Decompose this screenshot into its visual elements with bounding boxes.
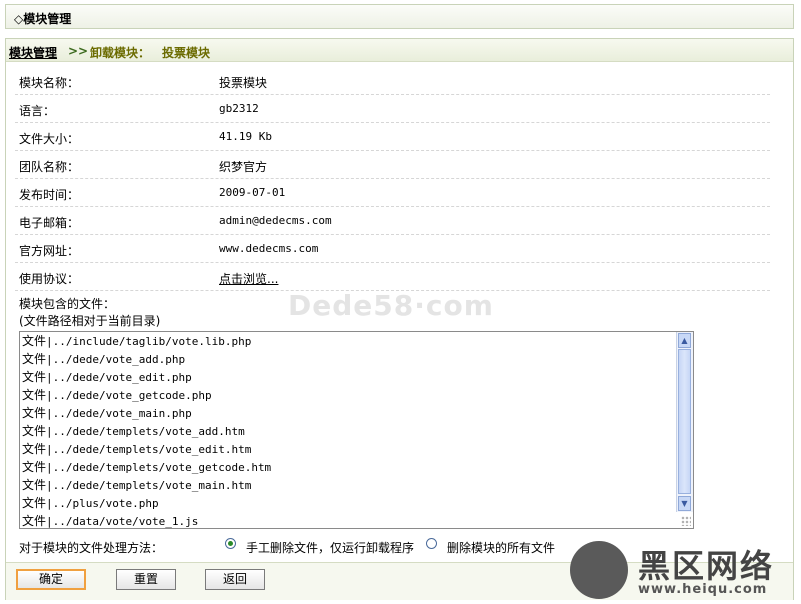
info-label: 模块名称：	[19, 76, 80, 90]
info-row-email: 电子邮箱： admin@dedecms.com	[15, 207, 770, 235]
vertical-scrollbar[interactable]: ▲ ▼	[676, 332, 693, 512]
logo-url: www.heiqu.com	[638, 582, 768, 597]
scroll-thumb[interactable]	[678, 349, 691, 494]
breadcrumb-module-name: 投票模块	[162, 46, 211, 60]
file-line: 文件|../plus/vote.php	[22, 496, 159, 510]
scroll-up-icon[interactable]: ▲	[678, 333, 691, 348]
info-value: www.dedecms.com	[219, 242, 319, 255]
breadcrumb-separator: >>	[68, 44, 89, 58]
file-line: 文件|../data/vote/vote_1.js	[22, 514, 199, 528]
file-line: 文件|../dede/templets/vote_add.htm	[22, 424, 245, 438]
logo-mushroom-icon	[570, 541, 628, 599]
files-hint: (文件路径相对于当前目录)	[19, 314, 161, 328]
file-line: 文件|../dede/vote_edit.php	[22, 370, 192, 384]
file-line: 文件|../dede/templets/vote_edit.htm	[22, 442, 252, 456]
file-line: 文件|../dede/templets/vote_getcode.htm	[22, 460, 272, 474]
radio-delete-all-label[interactable]: 删除模块的所有文件	[447, 539, 555, 556]
info-value: 投票模块	[219, 76, 268, 90]
info-label: 文件大小：	[19, 132, 80, 146]
page-title: ◇模块管理	[14, 12, 72, 26]
info-row-language: 语言： gb2312	[15, 95, 770, 123]
radio-manual-delete-label[interactable]: 手工删除文件，仅运行卸载程序	[246, 539, 414, 556]
info-value: 41.19 Kb	[219, 130, 272, 143]
info-value: admin@dedecms.com	[219, 214, 332, 227]
info-value: 2009-07-01	[219, 186, 286, 199]
info-label: 使用协议：	[19, 272, 80, 286]
page-header: ◇模块管理	[5, 4, 794, 29]
file-line: 文件|../dede/vote_getcode.php	[22, 388, 212, 402]
radio-delete-all[interactable]	[426, 538, 437, 549]
info-value: 织梦官方	[219, 160, 268, 174]
info-row-file-size: 文件大小： 41.19 Kb	[15, 123, 770, 151]
reset-button[interactable]: 重置	[116, 569, 176, 590]
breadcrumb: 模块管理 >> 卸载模块： 投票模块	[6, 39, 793, 62]
uninstall-panel: 模块管理 >> 卸载模块： 投票模块 模块名称： 投票模块 语言： gb2312…	[5, 38, 794, 600]
breadcrumb-action: 卸载模块：	[90, 46, 151, 60]
info-row-team: 团队名称： 织梦官方	[15, 151, 770, 179]
file-line: 文件|../dede/templets/vote_main.htm	[22, 478, 252, 492]
site-logo: 黑区网络 www.heiqu.com	[566, 537, 801, 604]
info-label: 团队名称：	[19, 160, 80, 174]
file-list-textarea[interactable]: 文件|../include/taglib/vote.lib.php 文件|../…	[19, 331, 694, 529]
info-row-module-name: 模块名称： 投票模块	[15, 67, 770, 95]
watermark: Dede58·com	[288, 289, 494, 322]
radio-manual-delete[interactable]	[225, 538, 236, 549]
file-line: 文件|../dede/vote_main.php	[22, 406, 192, 420]
license-view-link[interactable]: 点击浏览...	[219, 270, 278, 287]
info-label: 语言：	[19, 104, 56, 118]
method-label: 对于模块的文件处理方法：	[19, 541, 164, 555]
resize-grip-icon[interactable]	[681, 516, 691, 526]
info-row-website: 官方网址： www.dedecms.com	[15, 235, 770, 263]
files-label: 模块包含的文件：	[19, 297, 116, 311]
logo-name: 黑区网络	[638, 547, 775, 585]
info-label: 官方网址：	[19, 244, 80, 258]
info-row-license: 使用协议： 点击浏览...	[15, 263, 770, 291]
info-label: 发布时间：	[19, 188, 80, 202]
back-button[interactable]: 返回	[205, 569, 265, 590]
scroll-down-icon[interactable]: ▼	[678, 496, 691, 511]
breadcrumb-module-manage-link[interactable]: 模块管理	[9, 44, 57, 61]
file-line: 文件|../include/taglib/vote.lib.php	[22, 334, 252, 348]
file-line: 文件|../dede/vote_add.php	[22, 352, 186, 366]
info-value: gb2312	[219, 102, 259, 115]
info-label: 电子邮箱：	[19, 216, 80, 230]
info-row-release-date: 发布时间： 2009-07-01	[15, 179, 770, 207]
confirm-button[interactable]: 确定	[16, 569, 86, 590]
